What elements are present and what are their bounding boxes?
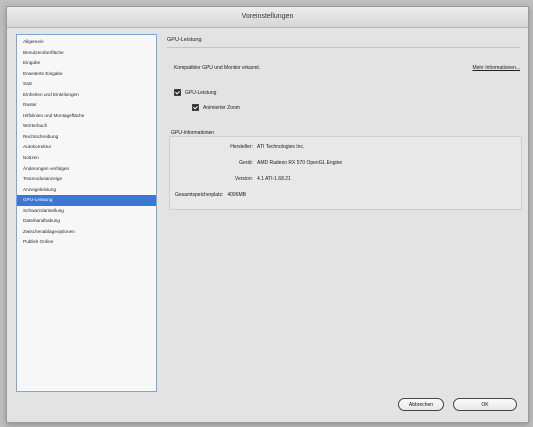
sidebar-item-rechtschreibung[interactable]: Rechtschreibung bbox=[17, 132, 156, 143]
memory-value: 4096MB bbox=[227, 192, 246, 198]
gpu-info-row-device: Gerät: AMD Radeon RX 570 OpenGL Engine bbox=[175, 160, 342, 166]
sidebar-item-einheiten[interactable]: Einheiten und Einteilungen bbox=[17, 90, 156, 101]
gpu-performance-checkbox-row[interactable]: GPU-Leistung bbox=[174, 89, 216, 96]
gpu-performance-label: GPU-Leistung bbox=[185, 89, 217, 96]
gpu-info-row-version: Version: 4.1 ATI-1.68.21 bbox=[175, 176, 291, 182]
animated-zoom-label: Animierter Zoom bbox=[203, 104, 240, 111]
section-title: GPU-Leistung bbox=[167, 37, 202, 43]
sidebar-item-raster[interactable]: Raster bbox=[17, 100, 156, 111]
sidebar-item-autokorrektur[interactable]: Autokorrektur bbox=[17, 142, 156, 153]
sidebar-item-notizen[interactable]: Notizen bbox=[17, 153, 156, 164]
version-label: Version: bbox=[234, 176, 253, 182]
sidebar-item-woerterbuch[interactable]: Wörterbuch bbox=[17, 121, 156, 132]
animated-zoom-checkbox[interactable] bbox=[192, 104, 199, 111]
sidebar-item-textmodusanzeige[interactable]: Textmodusanzeige bbox=[17, 174, 156, 185]
vendor-value: ATI Technologies Inc. bbox=[257, 144, 305, 150]
sidebar-item-hilfslinien[interactable]: Hilfslinien und Montagefläche bbox=[17, 111, 156, 122]
gpu-settings-panel: GPU-Leistung Kompatibler GPU und Monitor… bbox=[167, 34, 523, 389]
preferences-sidebar[interactable]: Allgemein Benutzeroberfläche Eingabe Erw… bbox=[16, 34, 157, 392]
sidebar-item-anzeigeleistung[interactable]: Anzeigeleistung bbox=[17, 185, 156, 196]
sidebar-item-erweiterte-eingabe[interactable]: Erweiterte Eingabe bbox=[17, 69, 156, 80]
gpu-performance-checkbox[interactable] bbox=[174, 89, 181, 96]
sidebar-item-benutzeroberflaeche[interactable]: Benutzeroberfläche bbox=[17, 48, 156, 59]
animated-zoom-checkbox-row[interactable]: Animierter Zoom bbox=[192, 104, 240, 111]
ok-button[interactable]: OK bbox=[453, 398, 517, 411]
sidebar-item-dateihandhabung[interactable]: Dateihandhabung bbox=[17, 216, 156, 227]
device-value: AMD Radeon RX 570 OpenGL Engine bbox=[257, 160, 343, 166]
sidebar-item-gpu-leistung[interactable]: GPU-Leistung bbox=[17, 195, 156, 206]
compat-message: Kompatibler GPU und Monitor erkannt. bbox=[174, 65, 261, 71]
gpu-info-row-memory: Gesamtspeicherplatz: 4096MB bbox=[175, 192, 246, 198]
more-info-link[interactable]: Mehr Informationen... bbox=[472, 65, 520, 71]
vendor-label: Hersteller: bbox=[230, 144, 253, 150]
gpu-info-row-vendor: Hersteller: ATI Technologies Inc. bbox=[175, 144, 304, 150]
sidebar-item-schwarzdarstellung[interactable]: Schwarzdarstellung bbox=[17, 206, 156, 217]
gpu-info-title: GPU-Informationen bbox=[169, 130, 217, 136]
window-title: Voreinstellungen bbox=[7, 7, 528, 28]
sidebar-item-satz[interactable]: Satz bbox=[17, 79, 156, 90]
sidebar-item-publish-online[interactable]: Publish Online bbox=[17, 237, 156, 248]
sidebar-item-zwischenablage[interactable]: Zwischenablageoptionen bbox=[17, 227, 156, 238]
device-label: Gerät: bbox=[239, 160, 253, 166]
sidebar-item-aenderungen[interactable]: Änderungen verfolgen bbox=[17, 164, 156, 175]
version-value: 4.1 ATI-1.68.21 bbox=[257, 176, 291, 182]
preferences-window: Voreinstellungen Allgemein Benutzeroberf… bbox=[6, 6, 529, 423]
section-divider bbox=[167, 47, 520, 48]
memory-label: Gesamtspeicherplatz: bbox=[175, 192, 224, 198]
sidebar-item-allgemein[interactable]: Allgemein bbox=[17, 37, 156, 48]
cancel-button[interactable]: Abbrechen bbox=[398, 398, 444, 411]
sidebar-item-eingabe[interactable]: Eingabe bbox=[17, 58, 156, 69]
